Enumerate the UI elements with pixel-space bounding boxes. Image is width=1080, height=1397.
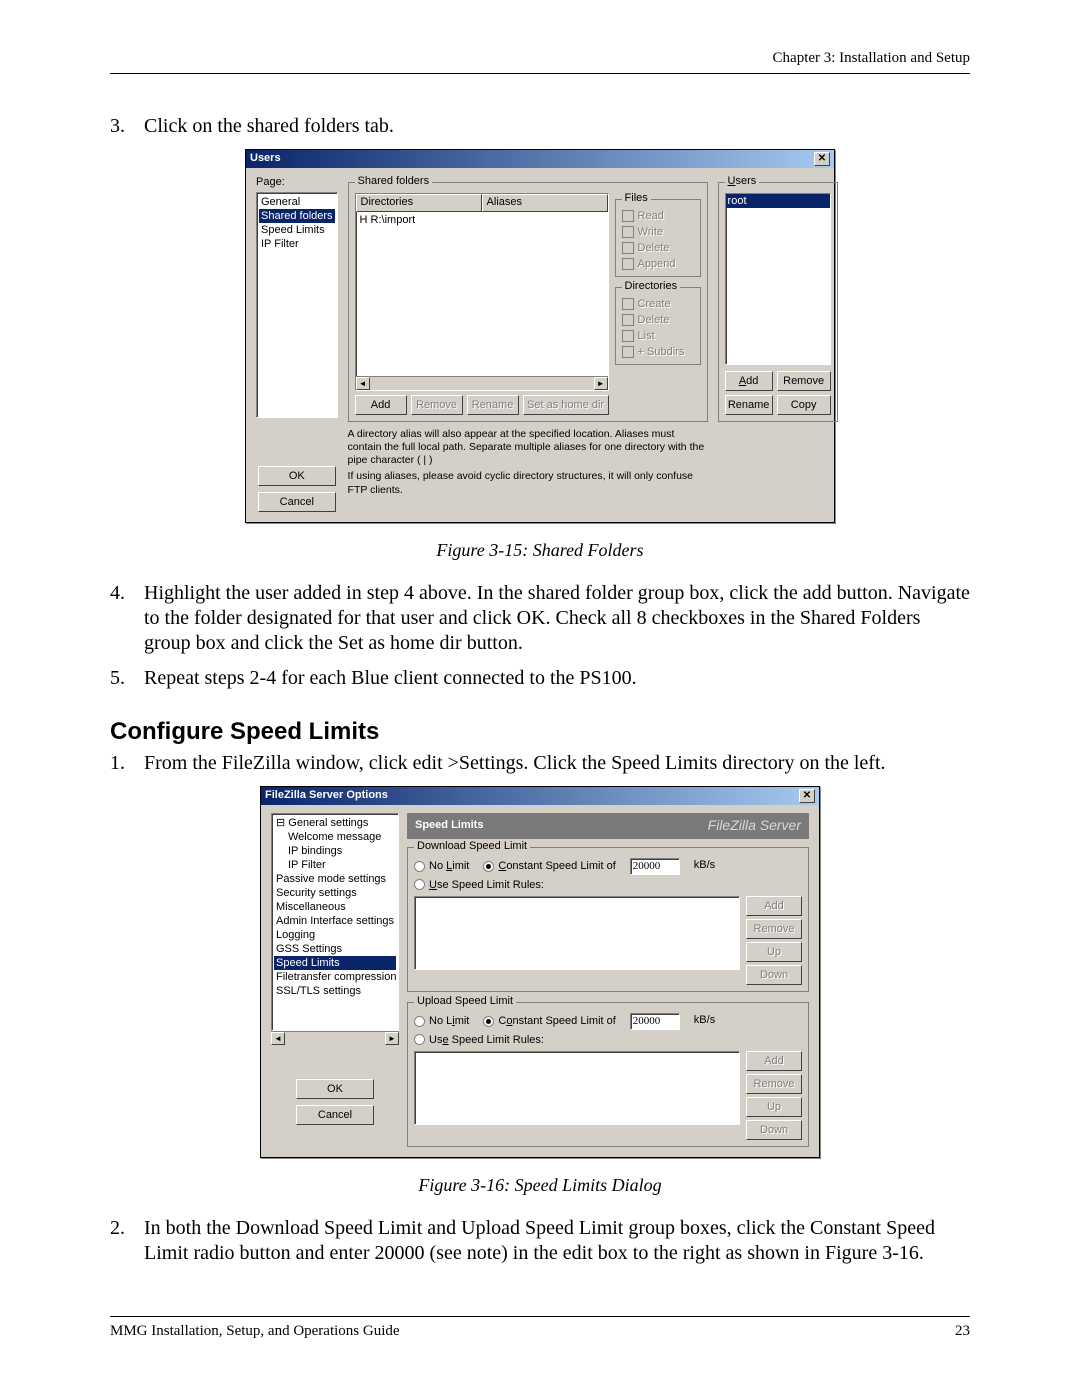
shared-folders-group: Shared folders bbox=[355, 175, 433, 189]
upload-speed-group: Upload Speed Limit bbox=[414, 995, 516, 1009]
step-number: 1. bbox=[110, 751, 144, 776]
step-text: Click on the shared folders tab. bbox=[144, 114, 970, 139]
tree-ip-bindings[interactable]: IP bindings bbox=[274, 844, 396, 858]
tree-item-general[interactable]: General bbox=[259, 195, 335, 209]
step-number: 2. bbox=[110, 1216, 144, 1266]
figure-caption-15: Figure 3-15: Shared Folders bbox=[110, 539, 970, 562]
close-icon[interactable]: ✕ bbox=[814, 152, 830, 166]
ul-up-button[interactable]: Up bbox=[746, 1097, 802, 1117]
tree-welcome[interactable]: Welcome message bbox=[274, 830, 396, 844]
tree-logging[interactable]: Logging bbox=[274, 928, 396, 942]
cancel-button[interactable]: Cancel bbox=[258, 492, 336, 512]
subdirs-checkbox[interactable] bbox=[622, 346, 634, 358]
dl-add-button[interactable]: Add bbox=[746, 896, 802, 916]
dl-limit-input[interactable] bbox=[630, 858, 680, 875]
step-number: 5. bbox=[110, 666, 144, 691]
ul-remove-button[interactable]: Remove bbox=[746, 1074, 802, 1094]
ul-down-button[interactable]: Down bbox=[746, 1120, 802, 1140]
col-directories[interactable]: Directories bbox=[356, 194, 482, 212]
delete-checkbox[interactable] bbox=[622, 242, 634, 254]
set-home-dir-button[interactable]: Set as home dir bbox=[523, 395, 609, 415]
scroll-right-icon[interactable]: ► bbox=[385, 1032, 399, 1045]
figure-caption-16: Figure 3-16: Speed Limits Dialog bbox=[110, 1174, 970, 1197]
ul-rules-list[interactable] bbox=[414, 1051, 740, 1125]
dir-rename-button[interactable]: Rename bbox=[467, 395, 519, 415]
ok-button[interactable]: OK bbox=[296, 1079, 374, 1099]
dl-down-button[interactable]: Down bbox=[746, 965, 802, 985]
cancel-button[interactable]: Cancel bbox=[296, 1105, 374, 1125]
tree-ssl[interactable]: SSL/TLS settings bbox=[274, 984, 396, 998]
tree-speed-limits[interactable]: Speed Limits bbox=[274, 956, 396, 970]
scroll-left-icon[interactable]: ◄ bbox=[356, 377, 370, 390]
brand-label: FileZilla Server bbox=[708, 817, 801, 835]
ul-add-button[interactable]: Add bbox=[746, 1051, 802, 1071]
dl-up-button[interactable]: Up bbox=[746, 942, 802, 962]
footer-title: MMG Installation, Setup, and Operations … bbox=[110, 1323, 400, 1340]
dl-rules-radio[interactable] bbox=[414, 879, 425, 890]
ul-constant-radio[interactable] bbox=[483, 1016, 494, 1027]
panel-title: Speed Limits bbox=[415, 819, 483, 833]
ok-button[interactable]: OK bbox=[258, 466, 336, 486]
step-number: 4. bbox=[110, 581, 144, 656]
dl-remove-button[interactable]: Remove bbox=[746, 919, 802, 939]
tree-misc[interactable]: Miscellaneous bbox=[274, 900, 396, 914]
dir-add-button[interactable]: Add bbox=[355, 395, 407, 415]
dir-delete-checkbox[interactable] bbox=[622, 314, 634, 326]
section-heading: Configure Speed Limits bbox=[110, 717, 970, 747]
tree-security[interactable]: Security settings bbox=[274, 886, 396, 900]
user-rename-button[interactable]: Rename bbox=[725, 395, 773, 415]
server-options-dialog: FileZilla Server Options ✕ ⊟ General set… bbox=[260, 786, 820, 1158]
dl-constant-radio[interactable] bbox=[483, 861, 494, 872]
user-copy-button[interactable]: Copy bbox=[777, 395, 831, 415]
directories-group: Directories bbox=[622, 280, 681, 294]
read-checkbox[interactable] bbox=[622, 210, 634, 222]
ul-rules-radio[interactable] bbox=[414, 1034, 425, 1045]
write-checkbox[interactable] bbox=[622, 226, 634, 238]
dialog-title: FileZilla Server Options bbox=[265, 789, 388, 803]
scroll-right-icon[interactable]: ► bbox=[594, 377, 608, 390]
scroll-left-icon[interactable]: ◄ bbox=[271, 1032, 285, 1045]
tree-item-ip-filter[interactable]: IP Filter bbox=[259, 237, 335, 251]
dl-rules-list[interactable] bbox=[414, 896, 740, 970]
files-group: Files bbox=[622, 192, 651, 206]
page-number: 23 bbox=[955, 1323, 970, 1340]
ul-limit-input[interactable] bbox=[630, 1013, 680, 1030]
download-speed-group: Download Speed Limit bbox=[414, 840, 530, 854]
page-header: Chapter 3: Installation and Setup bbox=[110, 50, 970, 74]
hint-text-1: A directory alias will also appear at th… bbox=[348, 428, 708, 467]
step-text: Repeat steps 2-4 for each Blue client co… bbox=[144, 666, 970, 691]
step-text: Highlight the user added in step 4 above… bbox=[144, 581, 970, 656]
tree-item-shared-folders[interactable]: Shared folders bbox=[259, 209, 335, 223]
append-checkbox[interactable] bbox=[622, 258, 634, 270]
ul-no-limit-radio[interactable] bbox=[414, 1016, 425, 1027]
tree-ip-filter[interactable]: IP Filter bbox=[274, 858, 396, 872]
user-root[interactable]: root bbox=[726, 194, 830, 208]
hint-text-2: If using aliases, please avoid cyclic di… bbox=[348, 470, 708, 496]
users-dialog: Users ✕ Page: General Shared folders Spe… bbox=[245, 149, 835, 523]
list-checkbox[interactable] bbox=[622, 330, 634, 342]
tree-gss[interactable]: GSS Settings bbox=[274, 942, 396, 956]
dir-remove-button[interactable]: Remove bbox=[411, 395, 463, 415]
users-group: Users bbox=[725, 175, 760, 189]
page-label: Page: bbox=[256, 176, 338, 190]
tree-item-speed-limits[interactable]: Speed Limits bbox=[259, 223, 335, 237]
tree-admin-interface[interactable]: Admin Interface settings bbox=[274, 914, 396, 928]
dialog-title: Users bbox=[250, 152, 281, 166]
close-icon[interactable]: ✕ bbox=[799, 789, 815, 803]
step-number: 3. bbox=[110, 114, 144, 139]
step-text: From the FileZilla window, click edit >S… bbox=[144, 751, 970, 776]
step-text: In both the Download Speed Limit and Upl… bbox=[144, 1216, 970, 1266]
tree-general-settings[interactable]: ⊟ General settings bbox=[274, 816, 396, 830]
tree-passive[interactable]: Passive mode settings bbox=[274, 872, 396, 886]
kbs-label: kB/s bbox=[694, 1014, 715, 1028]
directory-row[interactable]: H R:\import bbox=[356, 212, 608, 230]
kbs-label: kB/s bbox=[694, 859, 715, 873]
user-remove-button[interactable]: Remove bbox=[777, 371, 831, 391]
user-add-button[interactable]: Add bbox=[725, 371, 773, 391]
dl-no-limit-radio[interactable] bbox=[414, 861, 425, 872]
tree-filetransfer[interactable]: Filetransfer compression bbox=[274, 970, 396, 984]
create-checkbox[interactable] bbox=[622, 298, 634, 310]
col-aliases[interactable]: Aliases bbox=[482, 194, 608, 212]
